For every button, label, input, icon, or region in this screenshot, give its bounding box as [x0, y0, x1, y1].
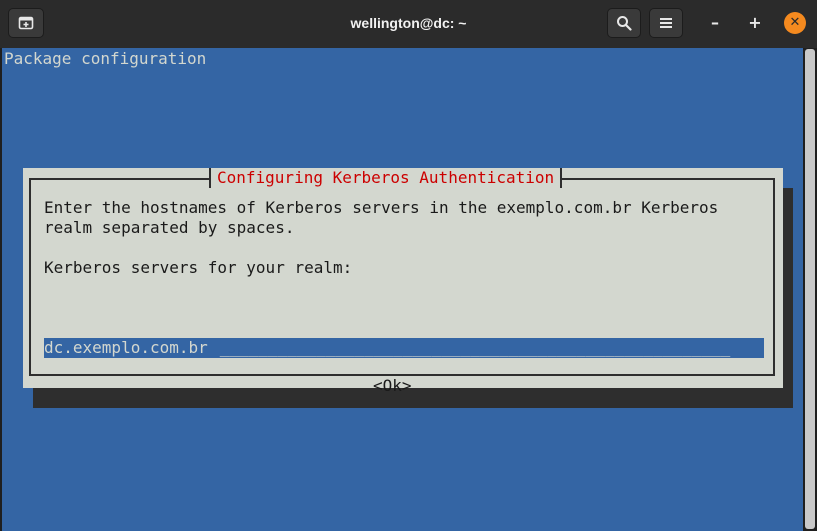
- realm-servers-prompt: Kerberos servers for your realm:: [44, 258, 353, 277]
- title-right-tick: [560, 168, 563, 188]
- input-fill: ________________________________________…: [219, 338, 731, 357]
- new-tab-button[interactable]: [8, 8, 44, 38]
- input-value: dc.exemplo.com.br: [44, 338, 208, 357]
- kerberos-dialog: Configuring Kerberos Authentication Ente…: [23, 168, 783, 395]
- ok-button[interactable]: <Ok>: [373, 376, 412, 396]
- hamburger-menu-icon: [660, 18, 672, 28]
- package-configuration-header: Package configuration: [4, 49, 207, 68]
- dialog-title: Configuring Kerberos Authentication: [217, 168, 555, 187]
- terminal-scrollbar[interactable]: [805, 49, 815, 529]
- terminal-area[interactable]: Package configuration Configuring Kerber…: [0, 48, 817, 531]
- menu-button[interactable]: [649, 8, 683, 38]
- terminal-window: wellington@dc: ~ – + ✕ Package configura…: [0, 0, 817, 531]
- dialog-description-line-2: realm separated by spaces.: [44, 218, 295, 237]
- title-bar: wellington@dc: ~ – + ✕: [0, 0, 817, 49]
- terminal-screen[interactable]: Package configuration Configuring Kerber…: [2, 48, 803, 531]
- new-tab-icon: [18, 16, 34, 30]
- search-button[interactable]: [607, 8, 641, 38]
- dialog-title-bar: Configuring Kerberos Authentication: [209, 168, 563, 188]
- dialog-description-line-1: Enter the hostnames of Kerberos servers …: [44, 198, 719, 217]
- window-title: wellington@dc: ~: [350, 15, 467, 31]
- kerberos-servers-input[interactable]: dc.exemplo.com.br _______________________…: [44, 338, 764, 358]
- search-icon: [617, 16, 632, 31]
- close-button[interactable]: ✕: [784, 12, 806, 34]
- minimize-button[interactable]: –: [704, 12, 726, 34]
- maximize-button[interactable]: +: [744, 12, 766, 34]
